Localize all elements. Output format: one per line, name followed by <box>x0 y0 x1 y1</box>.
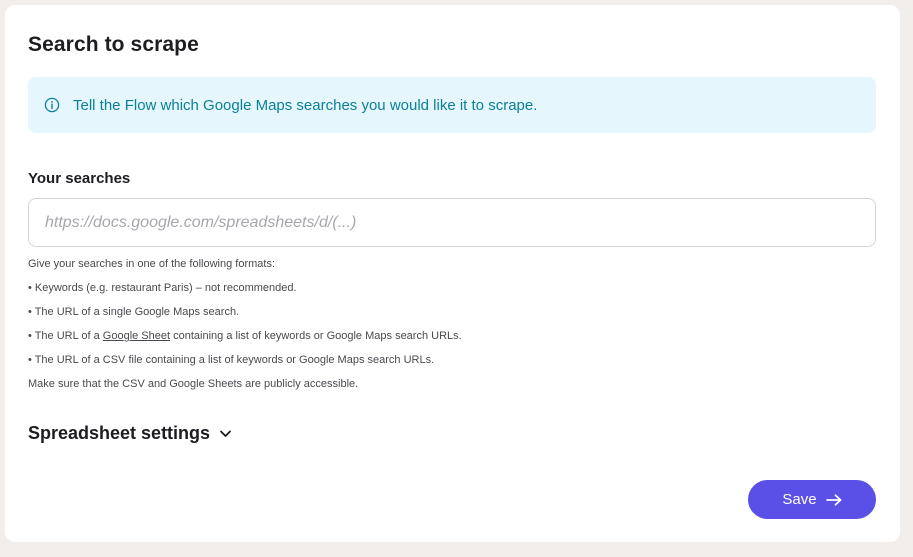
chevron-down-icon <box>219 427 232 440</box>
help-note: Make sure that the CSV and Google Sheets… <box>28 378 359 390</box>
arrow-right-icon <box>825 493 842 506</box>
help-item-single-url: • The URL of a single Google Maps search… <box>28 306 240 318</box>
help-item-google-sheet: • The URL of a Google Sheet containing a… <box>28 329 462 353</box>
help-item-csv: • The URL of a CSV file containing a lis… <box>28 354 435 366</box>
searches-label: Your searches <box>28 170 131 187</box>
info-banner-text: Tell the Flow which Google Maps searches… <box>73 96 538 114</box>
help-item-sheet-prefix: • The URL of a <box>28 330 103 342</box>
info-circle-icon <box>44 97 60 113</box>
help-item-sheet-suffix: containing a list of keywords or Google … <box>170 330 462 342</box>
spreadsheet-settings-title: Spreadsheet settings <box>28 423 211 443</box>
search-to-scrape-card: Search to scrape Tell the Flow which Goo… <box>5 5 900 542</box>
save-button-label: Save <box>782 491 817 508</box>
searches-input[interactable] <box>28 198 876 247</box>
info-banner: Tell the Flow which Google Maps searches… <box>28 77 876 133</box>
save-button[interactable]: Save <box>748 480 876 519</box>
spreadsheet-settings-toggle[interactable]: Spreadsheet settings <box>28 423 232 444</box>
google-sheet-link[interactable]: Google Sheet <box>103 330 170 342</box>
searches-help-text: Give your searches in one of the followi… <box>28 257 462 401</box>
page-title: Search to scrape <box>28 33 199 56</box>
help-intro: Give your searches in one of the followi… <box>28 258 276 270</box>
help-item-keywords: • Keywords (e.g. restaurant Paris) – not… <box>28 282 297 294</box>
